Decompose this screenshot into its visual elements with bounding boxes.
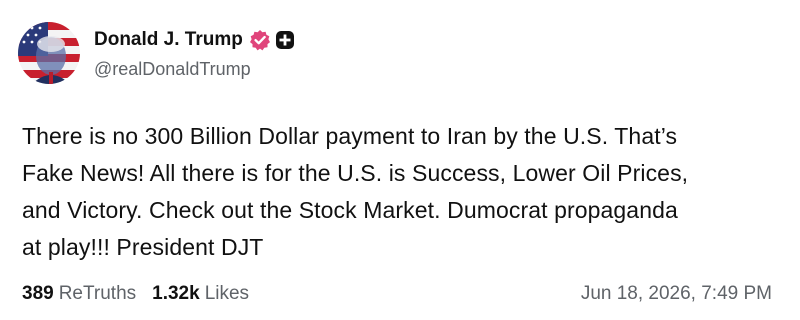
avatar[interactable]	[18, 22, 80, 84]
post-card: Donald J. Trump @realDonaldTrump There i…	[0, 0, 800, 320]
plus-badge-icon	[275, 30, 295, 50]
likes-label: Likes	[204, 283, 250, 304]
flag-portrait-avatar-icon	[18, 22, 80, 84]
likes-count: 1.32k	[152, 283, 200, 304]
post-header: Donald J. Trump @realDonaldTrump	[18, 22, 295, 84]
post-text: There is no 300 Billion Dollar payment t…	[22, 118, 782, 266]
post-timestamp[interactable]: Jun 18, 2026, 7:49 PM	[581, 283, 772, 305]
author-identity: Donald J. Trump @realDonaldTrump	[94, 27, 295, 80]
verified-badge-icon	[249, 29, 271, 51]
post-text-line: at play!!! President DJT	[22, 234, 264, 260]
retruths-label: ReTruths	[58, 283, 137, 304]
name-row: Donald J. Trump	[94, 27, 295, 53]
post-text-line: There is no 300 Billion Dollar payment t…	[22, 123, 678, 149]
post-footer: 389 ReTruths 1.32k Likes Jun 18, 2026, 7…	[22, 280, 772, 308]
likes-stat[interactable]: 1.32k Likes	[152, 283, 249, 305]
retruths-count: 389	[22, 283, 54, 304]
retruths-stat[interactable]: 389 ReTruths	[22, 283, 136, 305]
post-text-line: Fake News! All there is for the U.S. is …	[22, 160, 689, 186]
display-name[interactable]: Donald J. Trump	[94, 29, 243, 51]
post-text-line: and Victory. Check out the Stock Market.…	[22, 197, 678, 223]
author-handle[interactable]: @realDonaldTrump	[94, 59, 295, 80]
